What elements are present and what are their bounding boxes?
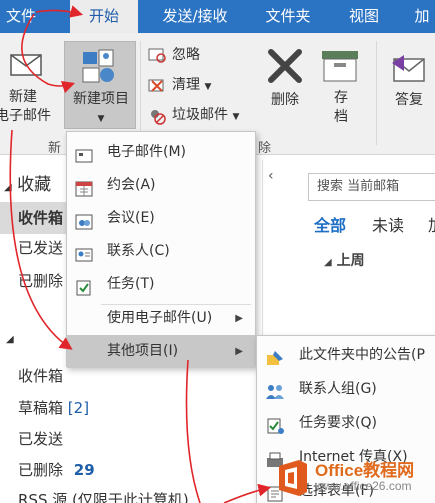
submenu-item-label: 联系人组(G): [299, 381, 377, 397]
archive-button[interactable]: 存 档: [324, 89, 358, 127]
collapse-triangle-icon: ◢: [324, 257, 332, 268]
tab-folder[interactable]: 文件夹: [250, 0, 326, 33]
junk-label: 垃圾邮件: [172, 107, 228, 123]
menu-item-label: 约会(A): [107, 177, 156, 193]
menu-item-label: 电子邮件(M): [107, 144, 187, 160]
chevron-right-icon: ▶: [235, 346, 243, 357]
favorites-label: 收藏: [17, 175, 52, 195]
menu-item-using-email[interactable]: 使用电子邮件(U) ▶: [67, 302, 255, 335]
collapse-pane-icon[interactable]: ‹: [268, 168, 274, 184]
new-item-label: 新建项目: [73, 91, 129, 107]
delete-x-icon: [266, 47, 304, 89]
menu-item-label: 会议(E): [107, 210, 155, 226]
submenu-item-contact-group[interactable]: 联系人组(G): [257, 372, 435, 406]
drafts-label: 草稿箱: [18, 399, 64, 417]
group-header-last-week[interactable]: ◢ 上周: [324, 250, 365, 270]
favorites-inbox[interactable]: 收件箱: [0, 202, 66, 234]
menu-item-label: 联系人(C): [107, 243, 170, 259]
ignore-icon: [148, 47, 166, 67]
chevron-down-icon: ▼: [204, 82, 212, 92]
new-email-label-line1: 新建: [9, 89, 37, 105]
watermark: Office教程网 www.office26.com: [271, 452, 435, 503]
deleted-count: 29: [73, 461, 95, 479]
tab-home[interactable]: 开始: [70, 0, 138, 33]
deleted-label: 已删除: [18, 461, 64, 479]
new-email-button[interactable]: 新建 电子邮件: [0, 88, 52, 126]
folder-sent[interactable]: 已发送: [18, 428, 63, 449]
filter-all[interactable]: 全部: [314, 212, 346, 236]
group-delete-label: 除: [258, 141, 272, 156]
ribbon-tab-bar: 文件 开始 发送/接收 文件夹 视图 加: [0, 0, 435, 33]
folder-inbox[interactable]: 收件箱: [18, 365, 63, 386]
task-request-icon: [265, 414, 285, 434]
folder-drafts[interactable]: 草稿箱 [2]: [18, 397, 89, 418]
group-new-label: 新: [48, 141, 62, 156]
menu-item-task[interactable]: 任务(T): [67, 268, 255, 301]
archive-icon: [320, 49, 360, 87]
reply-button[interactable]: 答复: [386, 91, 432, 110]
group-header-label: 上周: [336, 253, 365, 269]
folder-rss[interactable]: RSS 源 (仅限于此计算机): [18, 489, 189, 503]
ribbon-separator: [140, 41, 141, 145]
chevron-down-icon: ▼: [232, 112, 240, 122]
ignore-button[interactable]: 忽略: [172, 45, 200, 65]
clean-button[interactable]: 清理 ▼: [172, 75, 211, 97]
pane-divider: [262, 160, 263, 340]
menu-item-other-items[interactable]: 其他项目(I) ▶: [67, 335, 255, 368]
delete-button[interactable]: 删除: [262, 91, 308, 110]
favorites-header[interactable]: ◢ 收藏: [4, 170, 51, 195]
drafts-count: [2]: [67, 399, 90, 417]
ribbon-separator: [376, 41, 377, 145]
favorites-deleted[interactable]: 已删除: [18, 270, 63, 291]
tab-addins[interactable]: 加: [402, 0, 435, 33]
filter-more[interactable]: 加: [428, 212, 435, 236]
reply-icon: [388, 51, 428, 89]
submenu-item-label: 任务要求(Q): [299, 415, 377, 431]
office-logo-icon: [279, 460, 307, 496]
contact-card-icon: [75, 243, 93, 262]
archive-label-line2: 档: [334, 109, 348, 125]
chevron-right-icon: ▶: [235, 313, 243, 324]
new-email-icon: [10, 51, 42, 81]
junk-button[interactable]: 垃圾邮件 ▼: [172, 105, 239, 127]
email-icon: [75, 144, 93, 163]
chevron-down-icon: ▼: [97, 114, 105, 124]
task-icon: [75, 276, 93, 296]
menu-item-label: 其他项目(I): [107, 343, 179, 359]
submenu-item-label: 此文件夹中的公告(P: [299, 347, 425, 363]
menu-item-label: 任务(T): [107, 276, 155, 292]
tab-send-receive[interactable]: 发送/接收: [147, 0, 243, 33]
archive-label-line1: 存: [334, 90, 348, 106]
submenu-item-post[interactable]: 此文件夹中的公告(P: [257, 338, 435, 372]
new-item-menu: 电子邮件(M) 约会(A) 会议(E) 联系人(C) 任务(T) 使用电子邮件(…: [66, 131, 256, 368]
clean-icon: [148, 77, 166, 99]
watermark-url: www.office26.com: [315, 479, 412, 493]
filter-unread[interactable]: 未读: [372, 212, 404, 236]
tab-view[interactable]: 视图: [334, 0, 394, 33]
pin-icon: [265, 346, 285, 365]
menu-item-email[interactable]: 电子邮件(M): [67, 136, 255, 169]
new-item-button[interactable]: 新建项目 ▼: [64, 41, 136, 129]
collapse-triangle-icon: ◢: [4, 182, 12, 193]
clean-label: 清理: [172, 77, 200, 93]
menu-item-meeting[interactable]: 会议(E): [67, 202, 255, 235]
folder-deleted[interactable]: 已删除 29: [18, 459, 95, 480]
search-input[interactable]: 搜索 当前邮箱: [308, 173, 435, 201]
tab-file[interactable]: 文件: [0, 0, 52, 33]
submenu-item-task-request[interactable]: 任务要求(Q): [257, 406, 435, 440]
menu-item-label: 使用电子邮件(U): [107, 310, 213, 326]
favorites-sent[interactable]: 已发送: [18, 237, 63, 258]
watermark-title: Office教程网: [315, 461, 415, 480]
junk-icon: [148, 107, 166, 129]
new-item-icon: [81, 48, 117, 90]
new-email-label-line2: 电子邮件: [0, 108, 51, 124]
collapse-triangle-icon[interactable]: ◢: [6, 334, 14, 345]
menu-item-contact[interactable]: 联系人(C): [67, 235, 255, 268]
menu-item-appointment[interactable]: 约会(A): [67, 169, 255, 202]
meeting-icon: [75, 210, 93, 230]
calendar-icon: [75, 177, 93, 197]
contact-group-icon: [265, 380, 285, 399]
